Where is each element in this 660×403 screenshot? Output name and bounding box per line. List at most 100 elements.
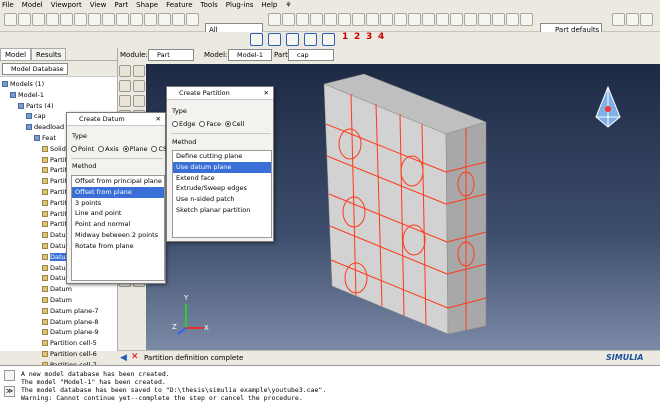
toolbar-button-icon[interactable] [18, 13, 31, 26]
tree-item[interactable]: Datum plane-8 [42, 317, 99, 327]
toolbar-button-icon[interactable] [88, 13, 101, 26]
tree-item[interactable]: Partiti [42, 176, 69, 186]
toolbar-button-icon[interactable] [186, 13, 199, 26]
datum-tool-icon[interactable] [286, 33, 299, 46]
toolbox-tool-icon[interactable] [133, 80, 145, 92]
partition-method-item[interactable]: Use n-sided patch [173, 194, 271, 205]
toolbar-button-icon[interactable] [4, 13, 17, 26]
tree-item[interactable]: Datum [42, 295, 72, 305]
step-number-button[interactable]: 1 [342, 32, 348, 42]
back-arrow-icon[interactable]: ◀ [120, 353, 127, 363]
tree-item[interactable]: Model-1 [10, 90, 44, 100]
datum-method-item[interactable]: Offset from principal plane [72, 176, 164, 187]
menu-item[interactable]: Plug-ins [226, 0, 254, 10]
part-select[interactable]: cap [288, 49, 334, 61]
toolbar-button-icon[interactable] [324, 13, 337, 26]
toolbox-tool-icon[interactable] [133, 95, 145, 107]
datum-method-item[interactable]: Point and normal [72, 219, 164, 230]
menu-item[interactable]: Help [261, 0, 277, 10]
datum-method-item[interactable]: Offset from plane [72, 186, 164, 198]
menu-item[interactable]: Part [114, 0, 128, 10]
menu-item[interactable]: Feature [166, 0, 192, 10]
partition-type-face[interactable]: Face [199, 120, 221, 128]
tree-item[interactable]: Datum plane-7 [42, 306, 99, 316]
view-cube[interactable] [595, 85, 621, 128]
step-number-button[interactable]: 3 [366, 32, 372, 42]
toolbar-button-icon[interactable] [352, 13, 365, 26]
tree-item[interactable]: Datum plane-9 [42, 327, 99, 337]
menu-item[interactable]: File [2, 0, 14, 10]
close-icon[interactable]: ✕ [264, 87, 269, 99]
datum-tool-icon[interactable] [250, 33, 263, 46]
toolbar-button-icon[interactable] [144, 13, 157, 26]
tree-item[interactable]: Partiti [42, 198, 69, 208]
model-select[interactable]: Model-1 [228, 49, 272, 61]
toolbox-tool-icon[interactable] [119, 95, 131, 107]
cancel-x-icon[interactable]: ✕ [131, 352, 139, 362]
tree-item[interactable]: deadload [26, 122, 64, 132]
tree-item[interactable]: Partiti [42, 165, 69, 175]
toolbar-button-icon[interactable] [436, 13, 449, 26]
toolbar-button-icon[interactable] [626, 13, 639, 26]
datum-type-plane[interactable]: Plane [122, 145, 147, 153]
tree-item[interactable]: Parts (4) [18, 101, 54, 111]
datum-type-point[interactable]: Point [71, 145, 94, 153]
menu-item[interactable]: Tools [201, 0, 218, 10]
menu-item[interactable]: View [90, 0, 107, 10]
tab-results[interactable]: Results [31, 48, 67, 60]
datum-method-item[interactable]: 3 points [72, 198, 164, 209]
toolbar-button-icon[interactable] [102, 13, 115, 26]
close-icon[interactable]: ✕ [156, 113, 161, 125]
toolbar-button-icon[interactable] [116, 13, 129, 26]
partition-type-cell[interactable]: Cell [225, 120, 244, 128]
datum-method-item[interactable]: Line and point [72, 208, 164, 219]
partition-method-item[interactable]: Define cutting plane [173, 151, 271, 162]
tree-item[interactable]: Feat [34, 133, 56, 143]
toolbar-button-icon[interactable] [310, 13, 323, 26]
toolbar-button-icon[interactable] [296, 13, 309, 26]
tree-item[interactable]: Solid [42, 144, 66, 154]
model-database-select[interactable]: Model Database [2, 62, 68, 75]
toolbar-button-icon[interactable] [60, 13, 73, 26]
menu-item[interactable]: Model [22, 0, 43, 10]
tab-model[interactable]: Model [0, 48, 32, 60]
menu-item[interactable]: ⚘ [285, 0, 291, 10]
module-select[interactable]: Part [148, 49, 194, 61]
toolbar-button-icon[interactable] [380, 13, 393, 26]
toolbar-button-icon[interactable] [478, 13, 491, 26]
tree-item[interactable]: Partition cell-6 [42, 349, 97, 359]
datum-tool-icon[interactable] [322, 33, 335, 46]
toolbar-button-icon[interactable] [130, 13, 143, 26]
tree-item[interactable]: Datum [42, 284, 72, 294]
tree-item[interactable]: Models (1) [2, 79, 44, 89]
toolbar-button-icon[interactable] [520, 13, 533, 26]
toolbar-button-icon[interactable] [282, 13, 295, 26]
menu-item[interactable]: Shape [136, 0, 158, 10]
partition-method-item[interactable]: Use datum plane [173, 161, 271, 173]
message-tab-icon[interactable] [4, 370, 15, 381]
toolbar-button-icon[interactable] [450, 13, 463, 26]
datum-method-item[interactable]: Midway between 2 points [72, 230, 164, 241]
toolbar-button-icon[interactable] [422, 13, 435, 26]
step-number-button[interactable]: 4 [378, 32, 384, 42]
datum-tool-icon[interactable] [304, 33, 317, 46]
tree-item[interactable]: cap [26, 111, 46, 121]
toolbox-tool-icon[interactable] [133, 65, 145, 77]
python-console-icon[interactable]: ≫ [4, 386, 15, 397]
partition-type-edge[interactable]: Edge [172, 120, 195, 128]
tree-item[interactable]: Partiti [42, 155, 69, 165]
toolbar-button-icon[interactable] [640, 13, 653, 26]
toolbox-tool-icon[interactable] [119, 65, 131, 77]
toolbar-button-icon[interactable] [32, 13, 45, 26]
partition-method-item[interactable]: Extrude/Sweep edges [173, 183, 271, 194]
tree-item[interactable]: Partiti [42, 219, 69, 229]
toolbar-button-icon[interactable] [338, 13, 351, 26]
datum-type-axis[interactable]: Axis [98, 145, 119, 153]
toolbox-tool-icon[interactable] [119, 80, 131, 92]
step-number-button[interactable]: 2 [354, 32, 360, 42]
partition-method-item[interactable]: Sketch planar partition [173, 205, 271, 216]
tree-item[interactable]: Partition cell-5 [42, 338, 97, 348]
tree-item[interactable]: Partiti [42, 187, 69, 197]
toolbar-button-icon[interactable] [612, 13, 625, 26]
tree-item[interactable]: Partiti [42, 209, 69, 219]
